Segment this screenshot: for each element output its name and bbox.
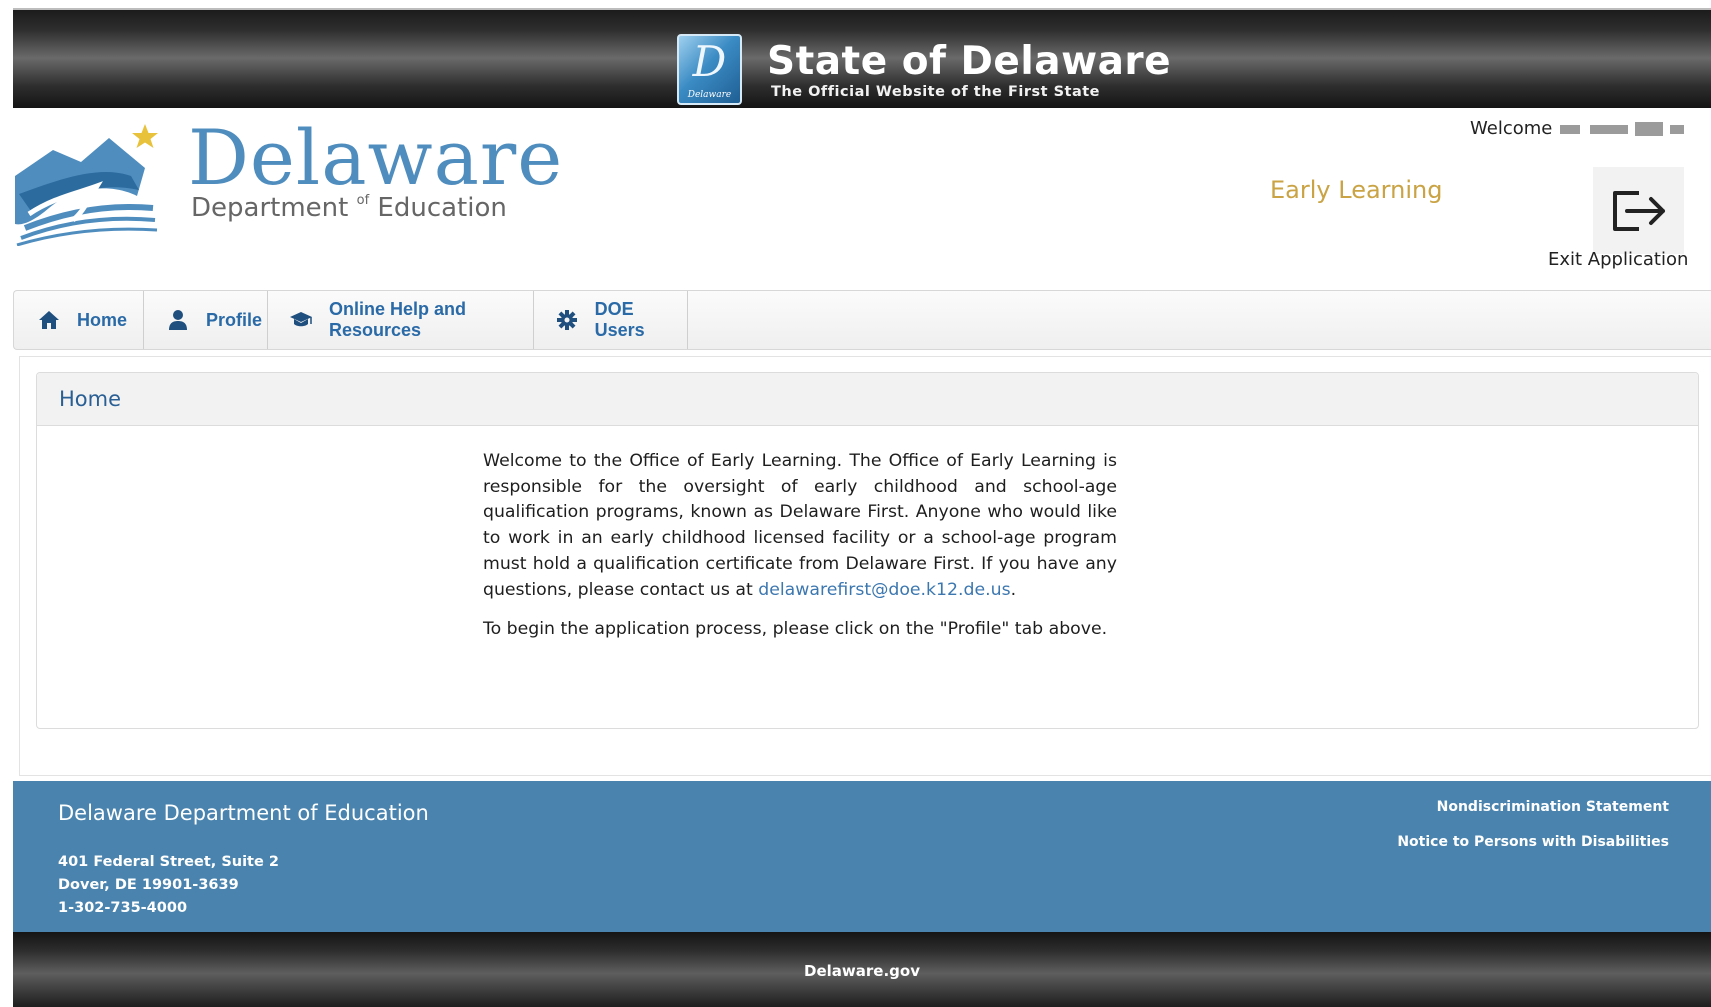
welcome-label: Welcome [1470,118,1553,139]
logo-dept-prefix: Department [191,193,357,223]
nav-label-doe-users: DOE Users [594,299,645,340]
footer-phone: 1-302-735-4000 [58,900,188,916]
redacted-username [1560,122,1684,137]
logo-department: Department of Education [191,193,507,223]
app-name: Early Learning [1270,176,1443,204]
nav-tab-profile[interactable]: Profile [144,291,268,349]
nav-label-home: Home [77,309,128,330]
contact-email-link[interactable]: delawarefirst@doe.k12.de.us [758,580,1010,600]
delaware-seal-logo[interactable]: D Delaware [677,34,742,105]
seal-letter: D [692,37,727,86]
intro-paragraph-2: To begin the application process, please… [483,619,1108,640]
intro-text-1-end: . [1010,579,1017,600]
graduation-cap-icon [289,308,313,332]
footer-address-line1: 401 Federal Street, Suite 2 [58,854,279,870]
footer: Delaware Department of Education 401 Fed… [13,781,1711,932]
intro-text-1: Welcome to the Office of Early Learning.… [483,451,1117,600]
user-icon [166,308,190,332]
footer-address-line2: Dover, DE 19901-3639 [58,877,239,893]
intro-text: Welcome to the Office of Early Learning.… [483,449,1117,657]
nav-tab-home[interactable]: Home [14,291,144,349]
panel-title: Home [37,373,1698,426]
gear-icon [555,308,579,332]
footer-org-name: Delaware Department of Education [58,801,429,825]
exit-icon [1612,190,1665,231]
state-banner: D Delaware State of Delaware The Officia… [13,8,1711,108]
footer-address: 401 Federal Street, Suite 2 Dover, DE 19… [58,851,279,920]
state-subtitle: The Official Website of the First State [771,84,1100,100]
intro-paragraph-1: Welcome to the Office of Early Learning.… [483,449,1117,603]
state-title[interactable]: State of Delaware [767,38,1171,86]
delaware-gov-link[interactable]: Delaware.gov [13,962,1711,980]
nondiscrimination-link[interactable]: Nondiscrimination Statement [1437,799,1669,815]
logo-delaware: Delaware [188,113,564,202]
nav-label-profile: Profile [206,309,263,330]
home-icon [37,308,61,332]
nav-tab-online-help[interactable]: Online Help and Resources [268,291,534,349]
nav-tab-doe-users[interactable]: DOE Users [534,291,688,349]
seal-word: Delaware [687,90,732,100]
exit-application-label[interactable]: Exit Application [1548,249,1688,270]
main-nav: Home Profile Online Help and Resources D… [13,290,1711,350]
disabilities-notice-link[interactable]: Notice to Persons with Disabilities [1397,834,1669,850]
exit-application-button[interactable] [1593,167,1684,254]
logo-dept-of: of [356,193,370,208]
doe-logo-icon[interactable] [13,124,158,246]
bottom-bar: Delaware.gov [13,932,1711,1007]
logo-dept-suffix: Education [369,193,507,223]
nav-label-online-help: Online Help and Resources [329,299,467,340]
